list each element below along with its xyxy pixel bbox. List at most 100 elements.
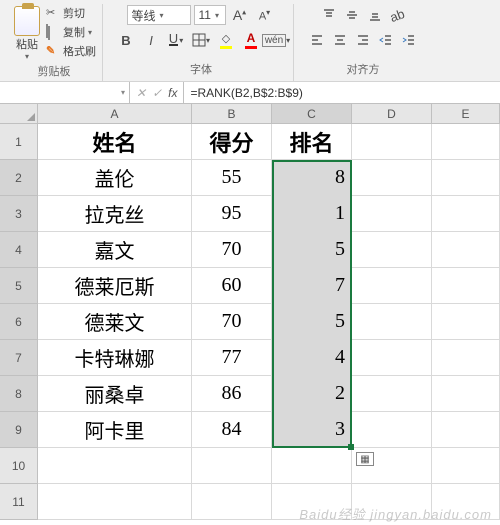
formula-input[interactable]: =RANK(B2,B$2:B$9) (184, 82, 500, 103)
cell-b2[interactable]: 55 (192, 160, 272, 196)
cell-a11[interactable] (38, 484, 192, 520)
cell-e5[interactable] (432, 268, 500, 304)
cancel-formula-button[interactable]: ✕ (136, 86, 146, 100)
select-all-corner[interactable] (0, 104, 38, 124)
underline-button[interactable]: U▾ (165, 29, 187, 51)
font-name-combo[interactable]: 等线 ▾ (127, 5, 191, 25)
row-header-5[interactable]: 5 (0, 268, 38, 304)
increase-indent-button[interactable] (398, 29, 420, 51)
orientation-button[interactable]: ab (387, 4, 409, 26)
row-header-2[interactable]: 2 (0, 160, 38, 196)
cell-d8[interactable] (352, 376, 432, 412)
cell-e3[interactable] (432, 196, 500, 232)
decrease-font-button[interactable]: A▾ (254, 4, 276, 26)
cell-c11[interactable] (272, 484, 352, 520)
header-name[interactable]: 姓名 (38, 124, 192, 160)
row-header-6[interactable]: 6 (0, 304, 38, 340)
cell-d1[interactable] (352, 124, 432, 160)
row-header-7[interactable]: 7 (0, 340, 38, 376)
cell-a9[interactable]: 阿卡里 (38, 412, 192, 448)
cell-c5[interactable]: 7 (272, 268, 352, 304)
align-right-button[interactable] (352, 29, 374, 51)
column-header-e[interactable]: E (432, 104, 500, 124)
increase-font-button[interactable]: A▴ (229, 4, 251, 26)
cell-b7[interactable]: 77 (192, 340, 272, 376)
cell-c2[interactable]: 8 (272, 160, 352, 196)
cell-e1[interactable] (432, 124, 500, 160)
column-header-d[interactable]: D (352, 104, 432, 124)
cell-b4[interactable]: 70 (192, 232, 272, 268)
cell-c7[interactable]: 4 (272, 340, 352, 376)
cell-d9[interactable] (352, 412, 432, 448)
cell-e9[interactable] (432, 412, 500, 448)
cell-c4[interactable]: 5 (272, 232, 352, 268)
format-painter-button[interactable]: ✎ 格式刷 (46, 42, 96, 60)
cell-a5[interactable]: 德莱厄斯 (38, 268, 192, 304)
cut-button[interactable]: ✂ 剪切 (46, 4, 96, 22)
row-header-8[interactable]: 8 (0, 376, 38, 412)
cell-e11[interactable] (432, 484, 500, 520)
row-header-1[interactable]: 1 (0, 124, 38, 160)
cell-b6[interactable]: 70 (192, 304, 272, 340)
cell-a6[interactable]: 德莱文 (38, 304, 192, 340)
column-header-a[interactable]: A (38, 104, 192, 124)
autofill-options-button[interactable]: ▦ (356, 452, 374, 466)
column-header-c[interactable]: C (272, 104, 352, 124)
row-header-10[interactable]: 10 (0, 448, 38, 484)
cell-b10[interactable] (192, 448, 272, 484)
cell-d7[interactable] (352, 340, 432, 376)
cell-c8[interactable]: 2 (272, 376, 352, 412)
align-bottom-button[interactable] (364, 4, 386, 26)
cell-b5[interactable]: 60 (192, 268, 272, 304)
cell-b3[interactable]: 95 (192, 196, 272, 232)
header-rank[interactable]: 排名 (272, 124, 352, 160)
column-header-b[interactable]: B (192, 104, 272, 124)
cell-c10[interactable] (272, 448, 352, 484)
font-color-button[interactable]: A (240, 29, 262, 51)
cell-a7[interactable]: 卡特琳娜 (38, 340, 192, 376)
cell-d5[interactable] (352, 268, 432, 304)
fill-color-button[interactable]: ◇ (215, 29, 237, 51)
row-header-4[interactable]: 4 (0, 232, 38, 268)
cell-a8[interactable]: 丽桑卓 (38, 376, 192, 412)
cell-e6[interactable] (432, 304, 500, 340)
cell-b9[interactable]: 84 (192, 412, 272, 448)
accept-formula-button[interactable]: ✓ (152, 86, 162, 100)
align-center-button[interactable] (329, 29, 351, 51)
cell-e4[interactable] (432, 232, 500, 268)
align-left-button[interactable] (306, 29, 328, 51)
cell-e10[interactable] (432, 448, 500, 484)
align-top-button[interactable] (318, 4, 340, 26)
bold-button[interactable]: B (115, 29, 137, 51)
cell-c6[interactable]: 5 (272, 304, 352, 340)
cell-e7[interactable] (432, 340, 500, 376)
row-header-3[interactable]: 3 (0, 196, 38, 232)
header-score[interactable]: 得分 (192, 124, 272, 160)
cell-d2[interactable] (352, 160, 432, 196)
align-middle-button[interactable] (341, 4, 363, 26)
cell-a4[interactable]: 嘉文 (38, 232, 192, 268)
cell-c3[interactable]: 1 (272, 196, 352, 232)
cell-e8[interactable] (432, 376, 500, 412)
cell-d4[interactable] (352, 232, 432, 268)
cell-a10[interactable] (38, 448, 192, 484)
italic-button[interactable]: I (140, 29, 162, 51)
cell-d11[interactable] (352, 484, 432, 520)
name-box[interactable]: ▾ (0, 82, 130, 103)
font-size-combo[interactable]: 11 ▾ (194, 5, 226, 25)
cell-b8[interactable]: 86 (192, 376, 272, 412)
decrease-indent-button[interactable] (375, 29, 397, 51)
cell-a2[interactable]: 盖伦 (38, 160, 192, 196)
row-header-11[interactable]: 11 (0, 484, 38, 520)
cell-a3[interactable]: 拉克丝 (38, 196, 192, 232)
cell-b11[interactable] (192, 484, 272, 520)
copy-button[interactable]: 复制 ▾ (46, 23, 96, 41)
cell-e2[interactable] (432, 160, 500, 196)
paste-button[interactable]: 粘贴 ▾ (12, 4, 42, 63)
phonetic-button[interactable]: wén ▾ (265, 29, 287, 51)
row-header-9[interactable]: 9 (0, 412, 38, 448)
cell-d6[interactable] (352, 304, 432, 340)
fx-button[interactable]: fx (168, 86, 177, 100)
borders-button[interactable]: ▾ (190, 29, 212, 51)
cell-c9[interactable]: 3 (272, 412, 352, 448)
